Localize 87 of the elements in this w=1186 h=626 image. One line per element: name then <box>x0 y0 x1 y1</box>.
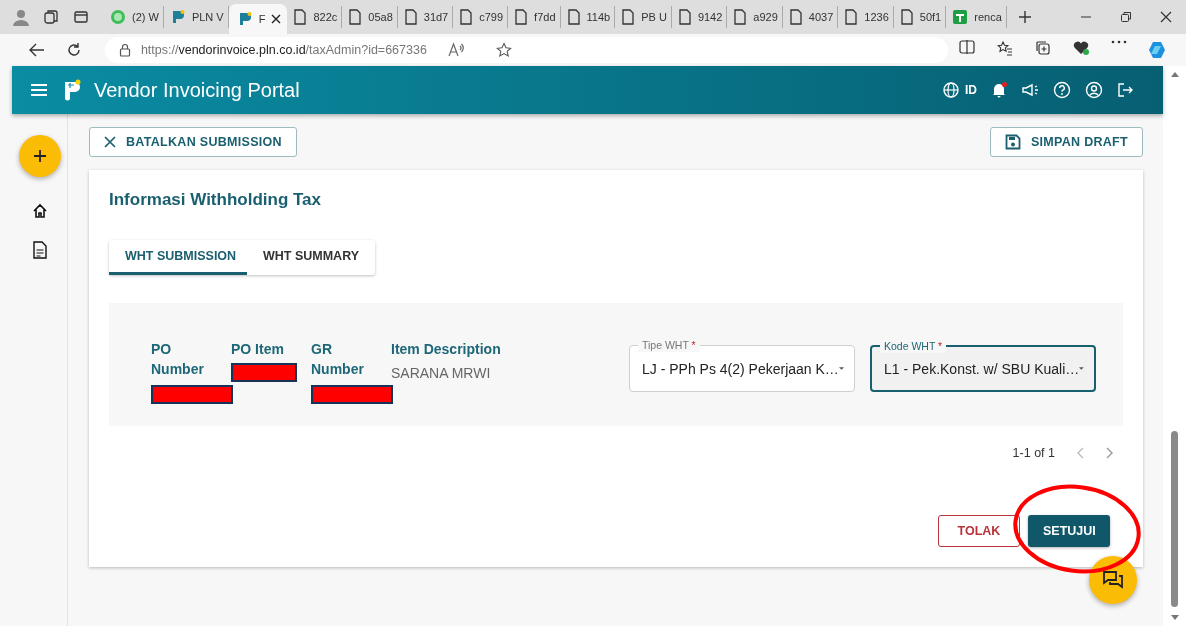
browser-tab[interactable]: (2) W <box>104 6 164 28</box>
reload-icon[interactable] <box>66 42 83 58</box>
item-description: SARANA MRWI <box>391 365 492 381</box>
logo-icon <box>62 79 82 101</box>
plus-icon <box>32 149 47 163</box>
new-tab-icon[interactable] <box>1017 10 1032 24</box>
megaphone-icon[interactable] <box>1021 82 1039 98</box>
split-screen-icon[interactable] <box>959 40 975 54</box>
scrollbar-thumb[interactable] <box>1171 431 1178 607</box>
page-icon <box>293 9 308 25</box>
save-icon <box>1004 134 1021 150</box>
url-text: https://vendorinvoice.pln.co.id/taxAdmin?id=667336 <box>140 43 427 57</box>
next-page-icon[interactable] <box>1106 447 1113 459</box>
scroll-up-icon[interactable] <box>1170 72 1179 77</box>
spreadsheet-icon <box>952 9 969 25</box>
browser-tab[interactable]: PB U <box>615 6 672 28</box>
field-label: Kode WHT * <box>880 339 947 353</box>
page-icon <box>899 9 914 25</box>
add-button[interactable] <box>18 135 61 177</box>
page-icon <box>514 9 529 25</box>
restore-icon[interactable] <box>1120 11 1132 23</box>
document-icon[interactable] <box>32 241 47 259</box>
column-heading: PO Number <box>151 340 205 379</box>
column-heading: GR Number <box>311 340 365 379</box>
scroll-down-icon[interactable] <box>1170 615 1179 620</box>
app-title: Vendor Invoicing Portal <box>94 78 300 102</box>
page-icon <box>788 9 803 25</box>
browser-tab[interactable]: 05a8 <box>342 6 398 28</box>
profile-icon[interactable] <box>11 7 31 27</box>
page-icon <box>621 9 636 25</box>
browser-tab[interactable]: 4037 <box>782 6 839 28</box>
tab[interactable]: WHT SUBMISSION <box>109 240 247 275</box>
workspaces-icon[interactable] <box>43 9 59 25</box>
collections-icon[interactable] <box>1035 40 1051 56</box>
notification-bell-icon[interactable] <box>991 82 1007 98</box>
pagination-range: 1-1 of 1 <box>1012 446 1055 460</box>
lock-icon <box>118 43 131 57</box>
browser-tab[interactable]: f7dd <box>508 6 561 28</box>
section-title: Informasi Withholding Tax <box>109 190 323 210</box>
assistant-icon[interactable] <box>1147 40 1167 60</box>
home-icon[interactable] <box>31 203 48 219</box>
cancel-submission-button[interactable]: BATALKAN SUBMISSION <box>89 127 297 157</box>
dropdown-caret-icon <box>1079 366 1084 371</box>
read-aloud-icon[interactable] <box>446 42 465 58</box>
approve-button[interactable]: SETUJUI <box>1028 515 1110 547</box>
browser-tab[interactable]: c799 <box>453 6 509 28</box>
close-icon[interactable] <box>1160 11 1172 23</box>
tab-actions-icon[interactable] <box>73 9 89 25</box>
account-icon[interactable] <box>1085 81 1103 99</box>
browser-tab[interactable]: a929 <box>727 6 783 28</box>
close-icon[interactable] <box>271 14 282 24</box>
reject-button[interactable]: TOLAK <box>938 515 1020 547</box>
browser-tab[interactable]: renca <box>946 6 1007 28</box>
column-heading: PO Item <box>231 340 285 359</box>
back-icon[interactable] <box>28 43 45 57</box>
browser-tab[interactable]: 1236 <box>838 6 894 28</box>
browser-tab[interactable]: 50f1 <box>893 6 947 28</box>
address-bar[interactable]: https://vendorinvoice.pln.co.id/taxAdmin?id=667336 <box>104 37 948 63</box>
field-label: Tipe WHT * <box>638 338 700 352</box>
language-code[interactable]: ID <box>965 83 977 97</box>
column-heading: Item Description <box>391 340 502 359</box>
page-icon <box>566 9 581 25</box>
page-icon <box>677 9 692 25</box>
browser-tab[interactable]: F <box>228 4 288 34</box>
star-icon[interactable] <box>495 42 512 58</box>
page-icon <box>733 9 748 25</box>
page-icon <box>403 9 418 25</box>
logout-icon[interactable] <box>1117 82 1133 98</box>
more-icon[interactable] <box>1111 40 1127 44</box>
save-draft-button[interactable]: SIMPAN DRAFT <box>989 127 1143 157</box>
browser-tab[interactable]: 31d7 <box>397 6 454 28</box>
favorites-icon[interactable] <box>997 40 1013 56</box>
browser-tab[interactable]: 114b <box>560 6 616 28</box>
browser-tab[interactable]: 822c <box>287 6 343 28</box>
page-icon <box>348 9 363 25</box>
heart-icon[interactable] <box>1072 40 1090 56</box>
menu-icon[interactable] <box>30 83 48 97</box>
browser-tab[interactable]: PLN V <box>163 6 229 28</box>
dropdown-caret-icon <box>838 366 844 371</box>
globe-icon[interactable] <box>943 82 959 98</box>
tab[interactable]: WHT SUMMARY <box>247 240 376 275</box>
redaction-mark <box>231 363 297 382</box>
page-icon <box>844 9 859 25</box>
page-icon <box>459 9 474 25</box>
help-icon[interactable] <box>1053 81 1071 99</box>
browser-tab[interactable]: 9142 <box>671 6 728 28</box>
close-icon <box>104 136 116 148</box>
